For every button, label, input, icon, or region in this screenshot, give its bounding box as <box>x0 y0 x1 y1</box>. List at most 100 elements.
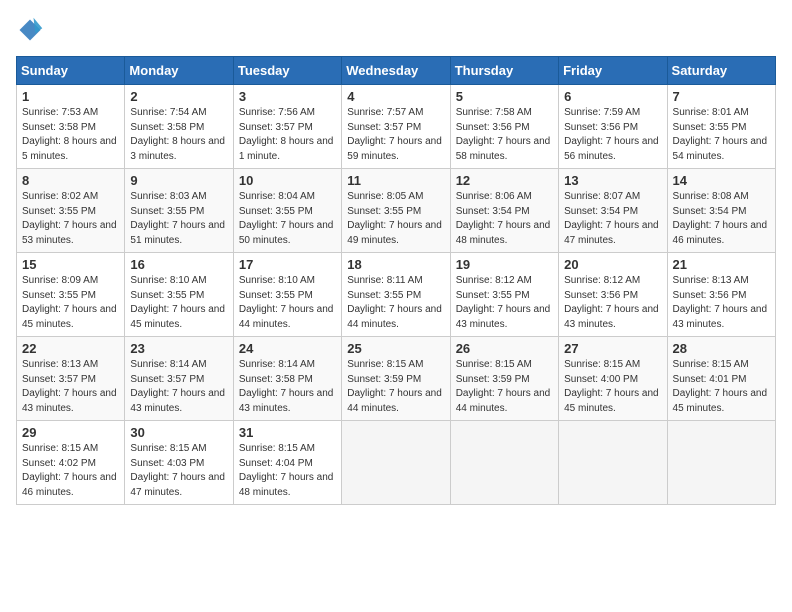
day-detail: Sunrise: 8:02 AMSunset: 3:55 PMDaylight:… <box>22 190 119 248</box>
day-number: 29 <box>22 425 119 440</box>
calendar-cell: 12 Sunrise: 8:06 AMSunset: 3:54 PMDaylig… <box>450 169 558 253</box>
calendar-cell: 27 Sunrise: 8:15 AMSunset: 4:00 PMDaylig… <box>559 337 667 421</box>
calendar-cell: 7 Sunrise: 8:01 AMSunset: 3:55 PMDayligh… <box>667 85 775 169</box>
day-number: 21 <box>673 257 770 272</box>
calendar-week-row: 15 Sunrise: 8:09 AMSunset: 3:55 PMDaylig… <box>17 253 776 337</box>
calendar-cell: 25 Sunrise: 8:15 AMSunset: 3:59 PMDaylig… <box>342 337 450 421</box>
calendar-cell: 17 Sunrise: 8:10 AMSunset: 3:55 PMDaylig… <box>233 253 341 337</box>
day-number: 5 <box>456 89 553 104</box>
calendar-cell: 26 Sunrise: 8:15 AMSunset: 3:59 PMDaylig… <box>450 337 558 421</box>
col-header-saturday: Saturday <box>667 57 775 85</box>
calendar-cell: 1 Sunrise: 7:53 AMSunset: 3:58 PMDayligh… <box>17 85 125 169</box>
day-detail: Sunrise: 8:12 AMSunset: 3:55 PMDaylight:… <box>456 274 553 332</box>
day-number: 25 <box>347 341 444 356</box>
day-detail: Sunrise: 8:06 AMSunset: 3:54 PMDaylight:… <box>456 190 553 248</box>
day-number: 13 <box>564 173 661 188</box>
day-detail: Sunrise: 7:54 AMSunset: 3:58 PMDaylight:… <box>130 106 227 164</box>
day-number: 14 <box>673 173 770 188</box>
calendar-cell: 2 Sunrise: 7:54 AMSunset: 3:58 PMDayligh… <box>125 85 233 169</box>
calendar-cell <box>450 421 558 505</box>
calendar-cell: 9 Sunrise: 8:03 AMSunset: 3:55 PMDayligh… <box>125 169 233 253</box>
day-detail: Sunrise: 8:04 AMSunset: 3:55 PMDaylight:… <box>239 190 336 248</box>
day-detail: Sunrise: 8:15 AMSunset: 4:03 PMDaylight:… <box>130 442 227 500</box>
day-number: 12 <box>456 173 553 188</box>
day-number: 26 <box>456 341 553 356</box>
page-header <box>16 16 776 44</box>
day-detail: Sunrise: 8:07 AMSunset: 3:54 PMDaylight:… <box>564 190 661 248</box>
day-detail: Sunrise: 8:15 AMSunset: 3:59 PMDaylight:… <box>456 358 553 416</box>
calendar-cell: 18 Sunrise: 8:11 AMSunset: 3:55 PMDaylig… <box>342 253 450 337</box>
logo-icon <box>16 16 44 44</box>
day-detail: Sunrise: 8:15 AMSunset: 4:04 PMDaylight:… <box>239 442 336 500</box>
day-detail: Sunrise: 8:09 AMSunset: 3:55 PMDaylight:… <box>22 274 119 332</box>
day-detail: Sunrise: 8:15 AMSunset: 4:02 PMDaylight:… <box>22 442 119 500</box>
calendar-cell: 22 Sunrise: 8:13 AMSunset: 3:57 PMDaylig… <box>17 337 125 421</box>
calendar-cell: 11 Sunrise: 8:05 AMSunset: 3:55 PMDaylig… <box>342 169 450 253</box>
day-number: 19 <box>456 257 553 272</box>
day-detail: Sunrise: 7:53 AMSunset: 3:58 PMDaylight:… <box>22 106 119 164</box>
day-number: 2 <box>130 89 227 104</box>
calendar-week-row: 8 Sunrise: 8:02 AMSunset: 3:55 PMDayligh… <box>17 169 776 253</box>
day-number: 4 <box>347 89 444 104</box>
day-detail: Sunrise: 8:05 AMSunset: 3:55 PMDaylight:… <box>347 190 444 248</box>
day-number: 15 <box>22 257 119 272</box>
day-detail: Sunrise: 8:13 AMSunset: 3:57 PMDaylight:… <box>22 358 119 416</box>
col-header-wednesday: Wednesday <box>342 57 450 85</box>
day-number: 30 <box>130 425 227 440</box>
day-detail: Sunrise: 8:10 AMSunset: 3:55 PMDaylight:… <box>239 274 336 332</box>
day-number: 23 <box>130 341 227 356</box>
day-number: 20 <box>564 257 661 272</box>
col-header-tuesday: Tuesday <box>233 57 341 85</box>
day-number: 11 <box>347 173 444 188</box>
calendar-cell: 14 Sunrise: 8:08 AMSunset: 3:54 PMDaylig… <box>667 169 775 253</box>
calendar-cell: 19 Sunrise: 8:12 AMSunset: 3:55 PMDaylig… <box>450 253 558 337</box>
col-header-thursday: Thursday <box>450 57 558 85</box>
day-number: 18 <box>347 257 444 272</box>
calendar-cell: 21 Sunrise: 8:13 AMSunset: 3:56 PMDaylig… <box>667 253 775 337</box>
day-detail: Sunrise: 8:14 AMSunset: 3:58 PMDaylight:… <box>239 358 336 416</box>
calendar-cell: 30 Sunrise: 8:15 AMSunset: 4:03 PMDaylig… <box>125 421 233 505</box>
day-detail: Sunrise: 8:11 AMSunset: 3:55 PMDaylight:… <box>347 274 444 332</box>
calendar-header-row: SundayMondayTuesdayWednesdayThursdayFrid… <box>17 57 776 85</box>
day-number: 9 <box>130 173 227 188</box>
calendar-cell: 4 Sunrise: 7:57 AMSunset: 3:57 PMDayligh… <box>342 85 450 169</box>
calendar-cell: 16 Sunrise: 8:10 AMSunset: 3:55 PMDaylig… <box>125 253 233 337</box>
day-number: 31 <box>239 425 336 440</box>
logo <box>16 16 48 44</box>
day-number: 3 <box>239 89 336 104</box>
calendar-table: SundayMondayTuesdayWednesdayThursdayFrid… <box>16 56 776 505</box>
calendar-cell <box>559 421 667 505</box>
day-number: 6 <box>564 89 661 104</box>
calendar-cell: 8 Sunrise: 8:02 AMSunset: 3:55 PMDayligh… <box>17 169 125 253</box>
day-detail: Sunrise: 8:12 AMSunset: 3:56 PMDaylight:… <box>564 274 661 332</box>
calendar-cell: 29 Sunrise: 8:15 AMSunset: 4:02 PMDaylig… <box>17 421 125 505</box>
day-number: 22 <box>22 341 119 356</box>
day-detail: Sunrise: 8:14 AMSunset: 3:57 PMDaylight:… <box>130 358 227 416</box>
day-number: 16 <box>130 257 227 272</box>
day-number: 24 <box>239 341 336 356</box>
calendar-cell: 15 Sunrise: 8:09 AMSunset: 3:55 PMDaylig… <box>17 253 125 337</box>
day-detail: Sunrise: 8:08 AMSunset: 3:54 PMDaylight:… <box>673 190 770 248</box>
calendar-cell: 13 Sunrise: 8:07 AMSunset: 3:54 PMDaylig… <box>559 169 667 253</box>
day-detail: Sunrise: 8:15 AMSunset: 4:00 PMDaylight:… <box>564 358 661 416</box>
day-detail: Sunrise: 8:15 AMSunset: 4:01 PMDaylight:… <box>673 358 770 416</box>
day-detail: Sunrise: 8:01 AMSunset: 3:55 PMDaylight:… <box>673 106 770 164</box>
calendar-week-row: 22 Sunrise: 8:13 AMSunset: 3:57 PMDaylig… <box>17 337 776 421</box>
day-number: 10 <box>239 173 336 188</box>
day-detail: Sunrise: 8:13 AMSunset: 3:56 PMDaylight:… <box>673 274 770 332</box>
day-number: 28 <box>673 341 770 356</box>
col-header-monday: Monday <box>125 57 233 85</box>
day-number: 1 <box>22 89 119 104</box>
calendar-cell: 3 Sunrise: 7:56 AMSunset: 3:57 PMDayligh… <box>233 85 341 169</box>
calendar-cell: 10 Sunrise: 8:04 AMSunset: 3:55 PMDaylig… <box>233 169 341 253</box>
day-detail: Sunrise: 8:03 AMSunset: 3:55 PMDaylight:… <box>130 190 227 248</box>
calendar-cell <box>667 421 775 505</box>
calendar-week-row: 1 Sunrise: 7:53 AMSunset: 3:58 PMDayligh… <box>17 85 776 169</box>
calendar-cell: 24 Sunrise: 8:14 AMSunset: 3:58 PMDaylig… <box>233 337 341 421</box>
day-detail: Sunrise: 8:10 AMSunset: 3:55 PMDaylight:… <box>130 274 227 332</box>
day-detail: Sunrise: 7:57 AMSunset: 3:57 PMDaylight:… <box>347 106 444 164</box>
col-header-friday: Friday <box>559 57 667 85</box>
calendar-cell: 5 Sunrise: 7:58 AMSunset: 3:56 PMDayligh… <box>450 85 558 169</box>
day-detail: Sunrise: 8:15 AMSunset: 3:59 PMDaylight:… <box>347 358 444 416</box>
calendar-cell <box>342 421 450 505</box>
